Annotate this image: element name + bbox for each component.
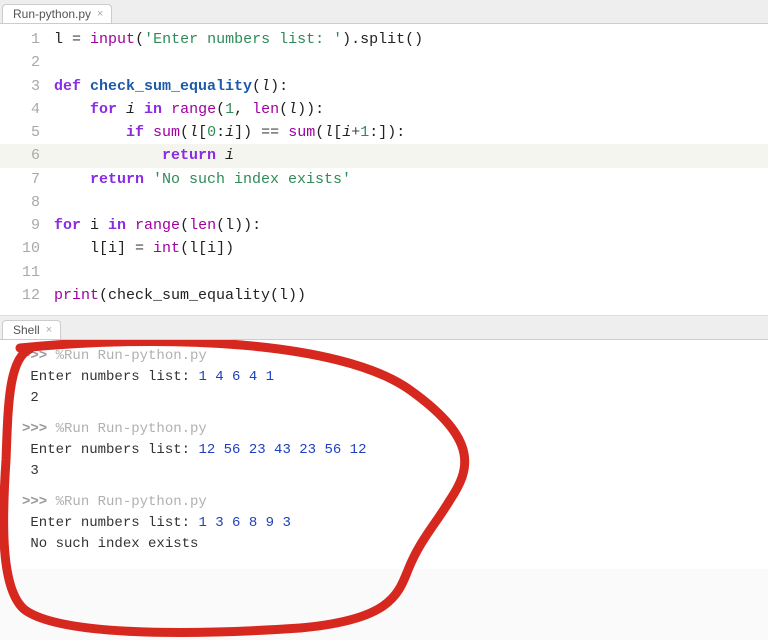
shell-input-label: Enter numbers list:	[30, 515, 198, 531]
shell-tab-bar: Shell ×	[0, 316, 768, 340]
shell-input-value: 1 3 6 8 9 3	[198, 515, 290, 531]
code-line: 10 l[i] = int(l[i])	[0, 237, 768, 260]
shell-pane-wrapper: >>> %Run Run-python.py Enter numbers lis…	[0, 340, 768, 579]
line-number: 1	[0, 28, 54, 51]
line-number: 7	[0, 168, 54, 191]
code-line: 9 for i in range(len(l)):	[0, 214, 768, 237]
shell-input-label: Enter numbers list:	[30, 369, 198, 385]
line-number: 5	[0, 121, 54, 144]
line-number: 10	[0, 237, 54, 260]
line-number: 11	[0, 261, 54, 284]
line-number: 9	[0, 214, 54, 237]
shell-output: 3	[0, 461, 768, 482]
code-line: 11	[0, 261, 768, 284]
shell-prompt: >>>	[22, 348, 56, 364]
shell-tab-label: Shell	[13, 323, 40, 337]
close-icon[interactable]: ×	[46, 325, 52, 336]
shell-run-block: >>> %Run Run-python.py Enter numbers lis…	[0, 346, 768, 409]
shell-prompt: >>>	[22, 494, 56, 510]
code-line: 4 for i in range(1, len(l)):	[0, 98, 768, 121]
editor-tab-bar: Run-python.py ×	[0, 0, 768, 24]
code-line: 2	[0, 51, 768, 74]
editor-tab[interactable]: Run-python.py ×	[2, 4, 112, 23]
code-line: 12 print(check_sum_equality(l))	[0, 284, 768, 307]
shell-output: No such index exists	[0, 534, 768, 555]
shell-output: 2	[0, 388, 768, 409]
shell-run-cmd: %Run Run-python.py	[56, 348, 207, 364]
code-editor[interactable]: 1 l = input('Enter numbers list: ').spli…	[0, 24, 768, 316]
code-line: 8	[0, 191, 768, 214]
line-number: 6	[0, 144, 54, 167]
line-number: 3	[0, 75, 54, 98]
code-line: 7 return 'No such index exists'	[0, 168, 768, 191]
code-line: 1 l = input('Enter numbers list: ').spli…	[0, 28, 768, 51]
line-number: 4	[0, 98, 54, 121]
shell-run-cmd: %Run Run-python.py	[56, 494, 207, 510]
code-line: 3 def check_sum_equality(l):	[0, 75, 768, 98]
editor-tab-label: Run-python.py	[13, 7, 91, 21]
shell-prompt: >>>	[22, 421, 56, 437]
line-number: 2	[0, 51, 54, 74]
code-line: 5 if sum(l[0:i]) == sum(l[i+1:]):	[0, 121, 768, 144]
shell-input-label: Enter numbers list:	[30, 442, 198, 458]
code-line-highlighted: 6 return i	[0, 144, 768, 167]
shell-input-value: 1 4 6 4 1	[198, 369, 274, 385]
shell-pane[interactable]: >>> %Run Run-python.py Enter numbers lis…	[0, 340, 768, 569]
line-number: 12	[0, 284, 54, 307]
close-icon[interactable]: ×	[97, 9, 103, 20]
shell-run-cmd: %Run Run-python.py	[56, 421, 207, 437]
shell-tab[interactable]: Shell ×	[2, 320, 61, 339]
shell-run-block: >>> %Run Run-python.py Enter numbers lis…	[0, 492, 768, 555]
shell-run-block: >>> %Run Run-python.py Enter numbers lis…	[0, 419, 768, 482]
line-number: 8	[0, 191, 54, 214]
shell-input-value: 12 56 23 43 23 56 12	[198, 442, 366, 458]
